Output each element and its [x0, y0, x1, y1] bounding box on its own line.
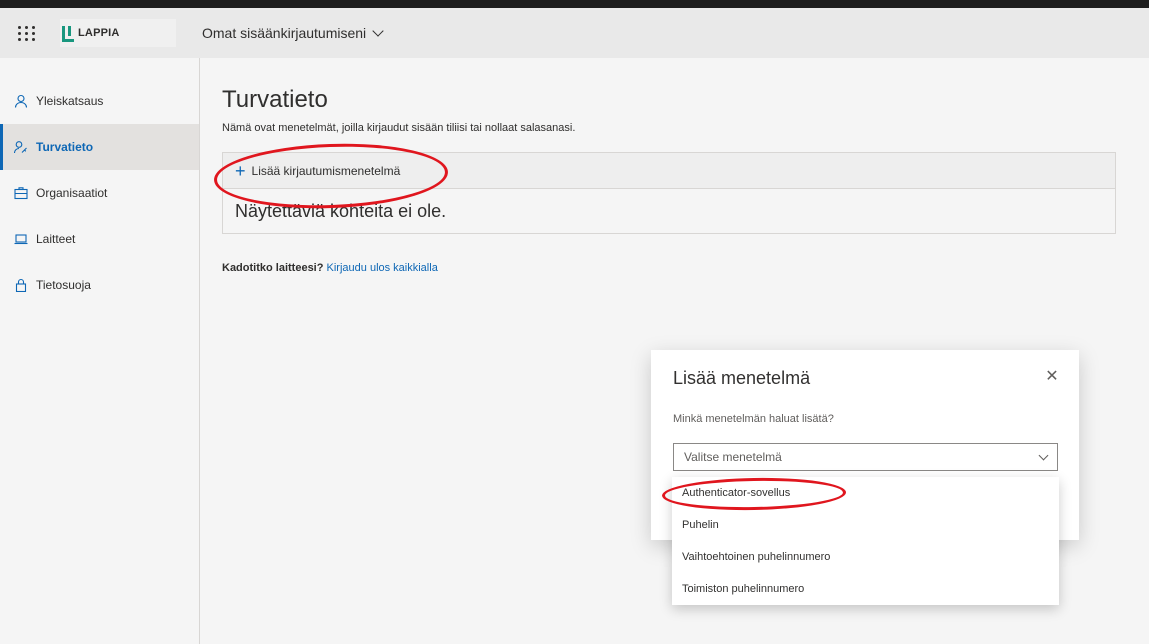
dropdown-option-phone[interactable]: Puhelin [672, 509, 1059, 541]
method-dropdown-list: Authenticator-sovellus Puhelin Vaihtoeht… [672, 477, 1059, 605]
dialog-question: Minkä menetelmän haluat lisätä? [673, 413, 834, 425]
chevron-down-icon [1038, 450, 1049, 460]
dropdown-option-office-phone[interactable]: Toimiston puhelinnumero [672, 573, 1059, 605]
dropdown-option-authenticator[interactable]: Authenticator-sovellus [672, 477, 1059, 509]
close-icon[interactable]: ✕ [1045, 369, 1059, 385]
method-select[interactable]: Valitse menetelmä [673, 443, 1058, 471]
select-placeholder: Valitse menetelmä [684, 450, 782, 464]
dialog-title: Lisää menetelmä [673, 368, 811, 388]
dropdown-option-alternate-phone[interactable]: Vaihtoehtoinen puhelinnumero [672, 541, 1059, 573]
